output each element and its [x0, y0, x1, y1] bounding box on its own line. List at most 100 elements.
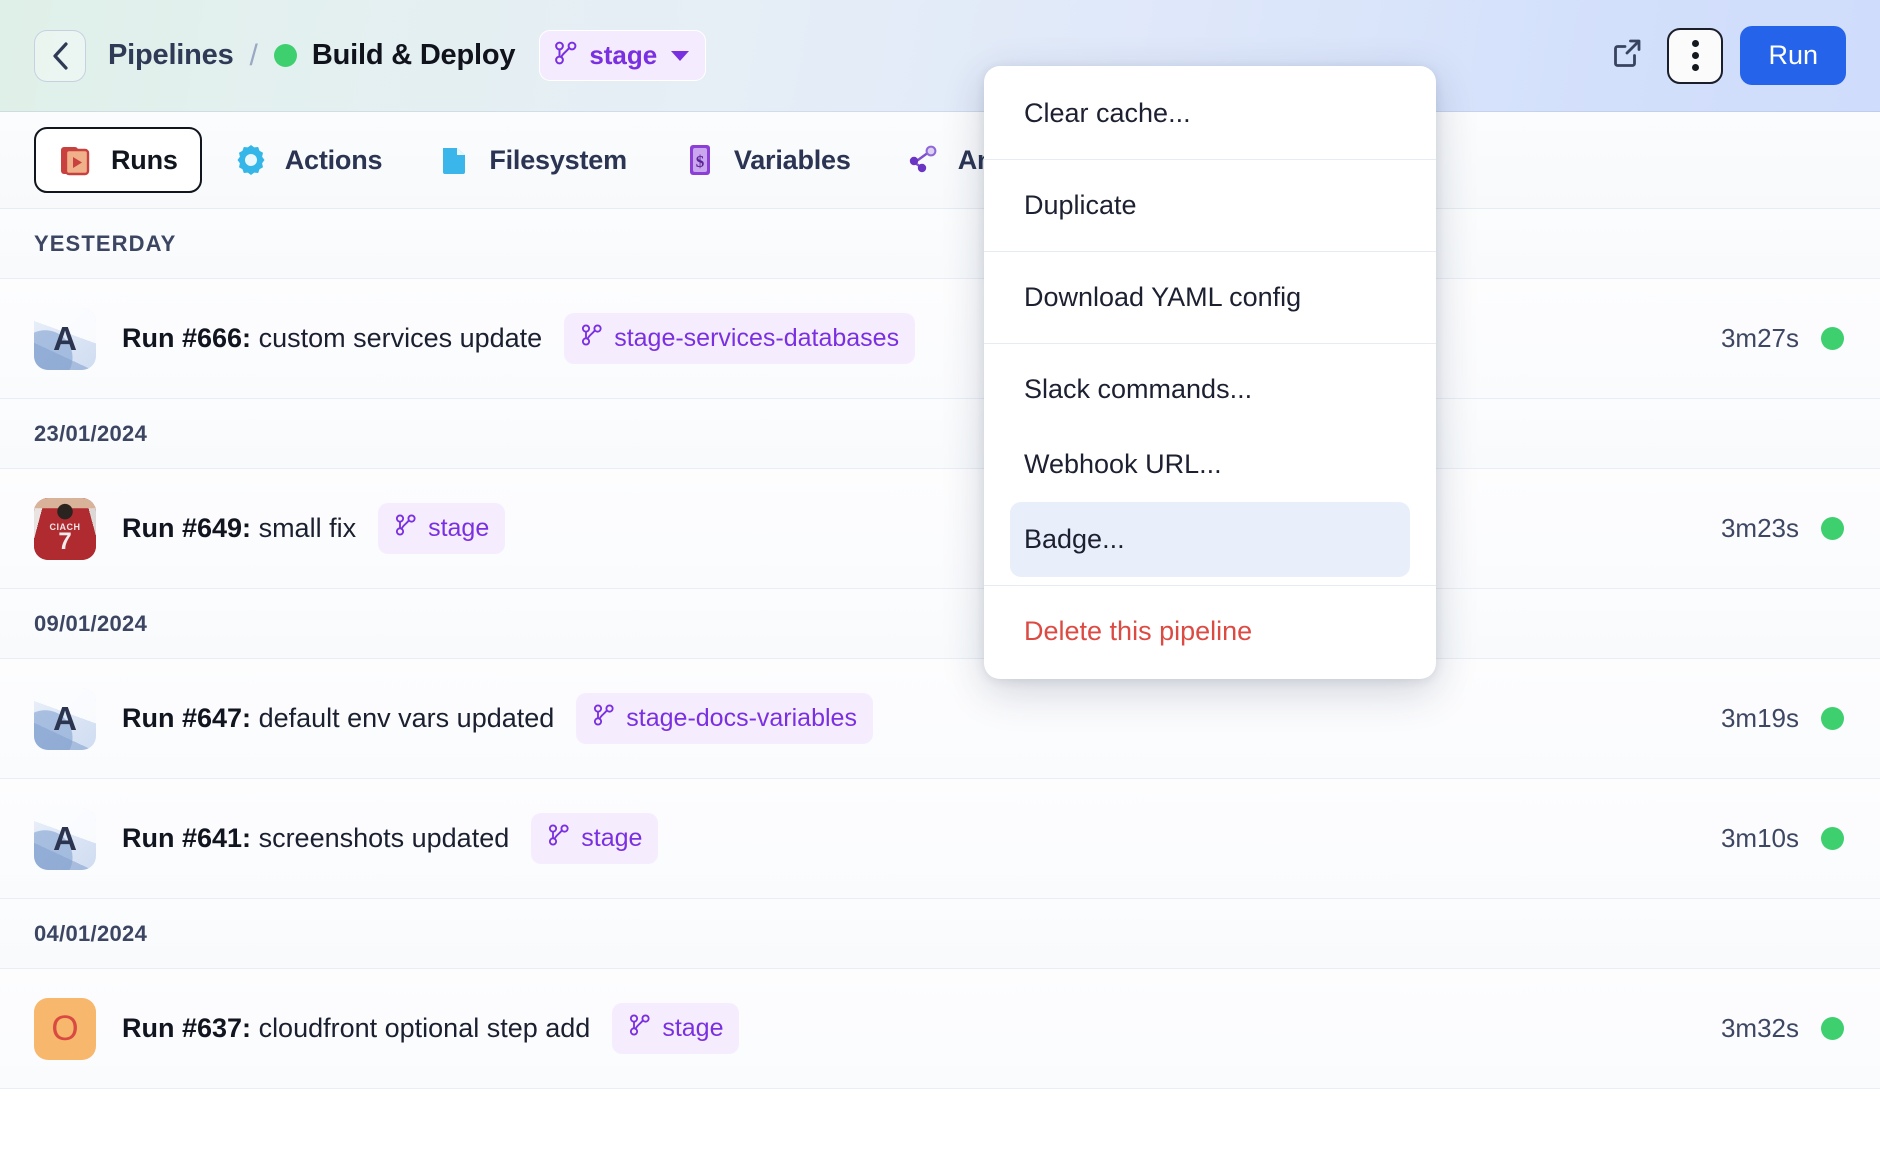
runs-icon [58, 141, 96, 179]
tab-variables[interactable]: $ Variables [657, 127, 875, 193]
avatar: CIACH 7 [34, 497, 96, 560]
branch-icon [394, 513, 418, 544]
run-number: Run #666: [122, 323, 252, 353]
tab-filesystem[interactable]: Filesystem [412, 127, 651, 193]
run-message: cloudfront optional step add [258, 1013, 591, 1043]
run-branch-tag[interactable]: stage [378, 503, 506, 554]
run-meta: 3m19s [1721, 703, 1844, 734]
branch-icon [547, 823, 571, 854]
table-row[interactable]: A Run #666: custom services update stage… [0, 279, 1880, 399]
avatar: A [34, 307, 96, 370]
page-title: Build & Deploy [311, 39, 516, 71]
avatar-letter: O [51, 1008, 79, 1048]
run-number: Run #647: [122, 703, 252, 733]
run-title: Run #666: custom services update [122, 323, 542, 354]
branch-icon [628, 1013, 652, 1044]
run-duration: 3m32s [1720, 1013, 1799, 1043]
status-badge [1821, 827, 1844, 850]
table-row[interactable]: A Run #647: default env vars updated sta… [0, 659, 1880, 779]
menu-item-delete-pipeline[interactable]: Delete this pipeline [984, 594, 1436, 669]
run-number: Run #637: [122, 1013, 252, 1043]
branch-tag-label: stage [428, 514, 490, 542]
avatar: A [34, 807, 96, 870]
run-number: Run #641: [122, 823, 252, 853]
header-actions: Run [1604, 26, 1846, 85]
actions-gear-icon [232, 141, 270, 179]
avatar-letter: A [53, 699, 77, 737]
run-title: Run #649: small fix [122, 513, 356, 544]
menu-divider [984, 343, 1436, 344]
branch-selector-label: stage [589, 40, 658, 70]
run-button[interactable]: Run [1740, 26, 1846, 85]
date-separator-label: YESTERDAY [34, 230, 177, 256]
branch-selector[interactable]: stage [539, 30, 707, 81]
pipeline-runs-page: Pipelines / Build & Deploy stage Run Run… [0, 0, 1880, 1150]
menu-item-badge[interactable]: Badge... [1010, 502, 1410, 577]
back-button[interactable] [34, 29, 86, 82]
avatar-letter: A [53, 819, 77, 857]
kebab-menu-icon [1691, 52, 1699, 59]
more-options-button[interactable] [1667, 27, 1724, 84]
branch-tag-label: stage [581, 824, 643, 852]
breadcrumb: Pipelines / Build & Deploy stage [108, 30, 707, 81]
branch-icon [553, 40, 579, 71]
run-message: screenshots updated [258, 823, 510, 853]
runs-list: YESTERDAY A Run #666: custom services up… [0, 209, 1880, 1089]
avatar: O [34, 997, 96, 1060]
pipeline-status-dot [273, 44, 297, 67]
run-duration: 3m10s [1720, 823, 1799, 853]
table-row[interactable]: CIACH 7 Run #649: small fix stage 3m23s [0, 469, 1880, 589]
run-duration: 3m19s [1720, 703, 1799, 733]
date-separator: YESTERDAY [0, 209, 1880, 279]
menu-divider [984, 159, 1436, 160]
avatar-letter: A [53, 319, 77, 357]
menu-item-duplicate[interactable]: Duplicate [984, 168, 1436, 243]
breadcrumb-separator: / [249, 38, 258, 72]
avatar: A [34, 687, 96, 750]
breadcrumb-pipelines[interactable]: Pipelines [108, 39, 234, 72]
menu-divider [984, 251, 1436, 252]
kebab-menu-icon [1691, 64, 1699, 71]
menu-item-slack-commands[interactable]: Slack commands... [984, 352, 1436, 427]
run-duration: 3m27s [1720, 323, 1799, 353]
kebab-menu-icon [1691, 40, 1699, 47]
run-branch-tag[interactable]: stage [612, 1003, 740, 1054]
run-branch-tag[interactable]: stage-services-databases [564, 313, 916, 364]
run-title: Run #647: default env vars updated [122, 703, 554, 734]
status-badge [1821, 517, 1844, 540]
run-number: Run #649: [122, 513, 252, 543]
run-message: custom services update [258, 323, 543, 353]
menu-divider [984, 585, 1436, 586]
run-branch-tag[interactable]: stage [531, 813, 659, 864]
menu-item-download-yaml-config[interactable]: Download YAML config [984, 260, 1436, 335]
status-badge [1821, 707, 1844, 730]
table-row[interactable]: O Run #637: cloudfront optional step add… [0, 969, 1880, 1089]
run-title: Run #641: screenshots updated [122, 823, 509, 854]
run-message: default env vars updated [258, 703, 555, 733]
page-header: Pipelines / Build & Deploy stage Run [0, 0, 1880, 112]
open-external-button[interactable] [1604, 33, 1650, 79]
run-message: small fix [258, 513, 357, 543]
branch-icon [580, 323, 604, 354]
table-row[interactable]: A Run #641: screenshots updated stage 3m… [0, 779, 1880, 899]
run-branch-tag[interactable]: stage-docs-variables [576, 693, 873, 744]
menu-item-webhook-url[interactable]: Webhook URL... [984, 427, 1436, 502]
date-separator: 04/01/2024 [0, 899, 1880, 969]
run-meta: 3m27s [1721, 323, 1844, 354]
menu-item-clear-cache[interactable]: Clear cache... [984, 76, 1436, 151]
run-meta: 3m10s [1721, 823, 1844, 854]
run-meta: 3m23s [1721, 513, 1844, 544]
tab-actions[interactable]: Actions [208, 127, 407, 193]
branch-icon [592, 703, 616, 734]
filesystem-folder-icon [436, 141, 474, 179]
run-title: Run #637: cloudfront optional step add [122, 1013, 590, 1044]
date-separator-label: 09/01/2024 [34, 610, 148, 636]
tab-bar: Runs Actions Filesystem $ Variables [0, 112, 1880, 209]
tab-runs[interactable]: Runs [34, 127, 202, 193]
date-separator: 23/01/2024 [0, 399, 1880, 469]
svg-text:$: $ [696, 152, 705, 171]
date-separator-label: 23/01/2024 [34, 420, 148, 446]
tab-actions-label: Actions [284, 144, 383, 175]
analytics-graph-icon [905, 141, 943, 179]
run-meta: 3m32s [1721, 1013, 1844, 1044]
